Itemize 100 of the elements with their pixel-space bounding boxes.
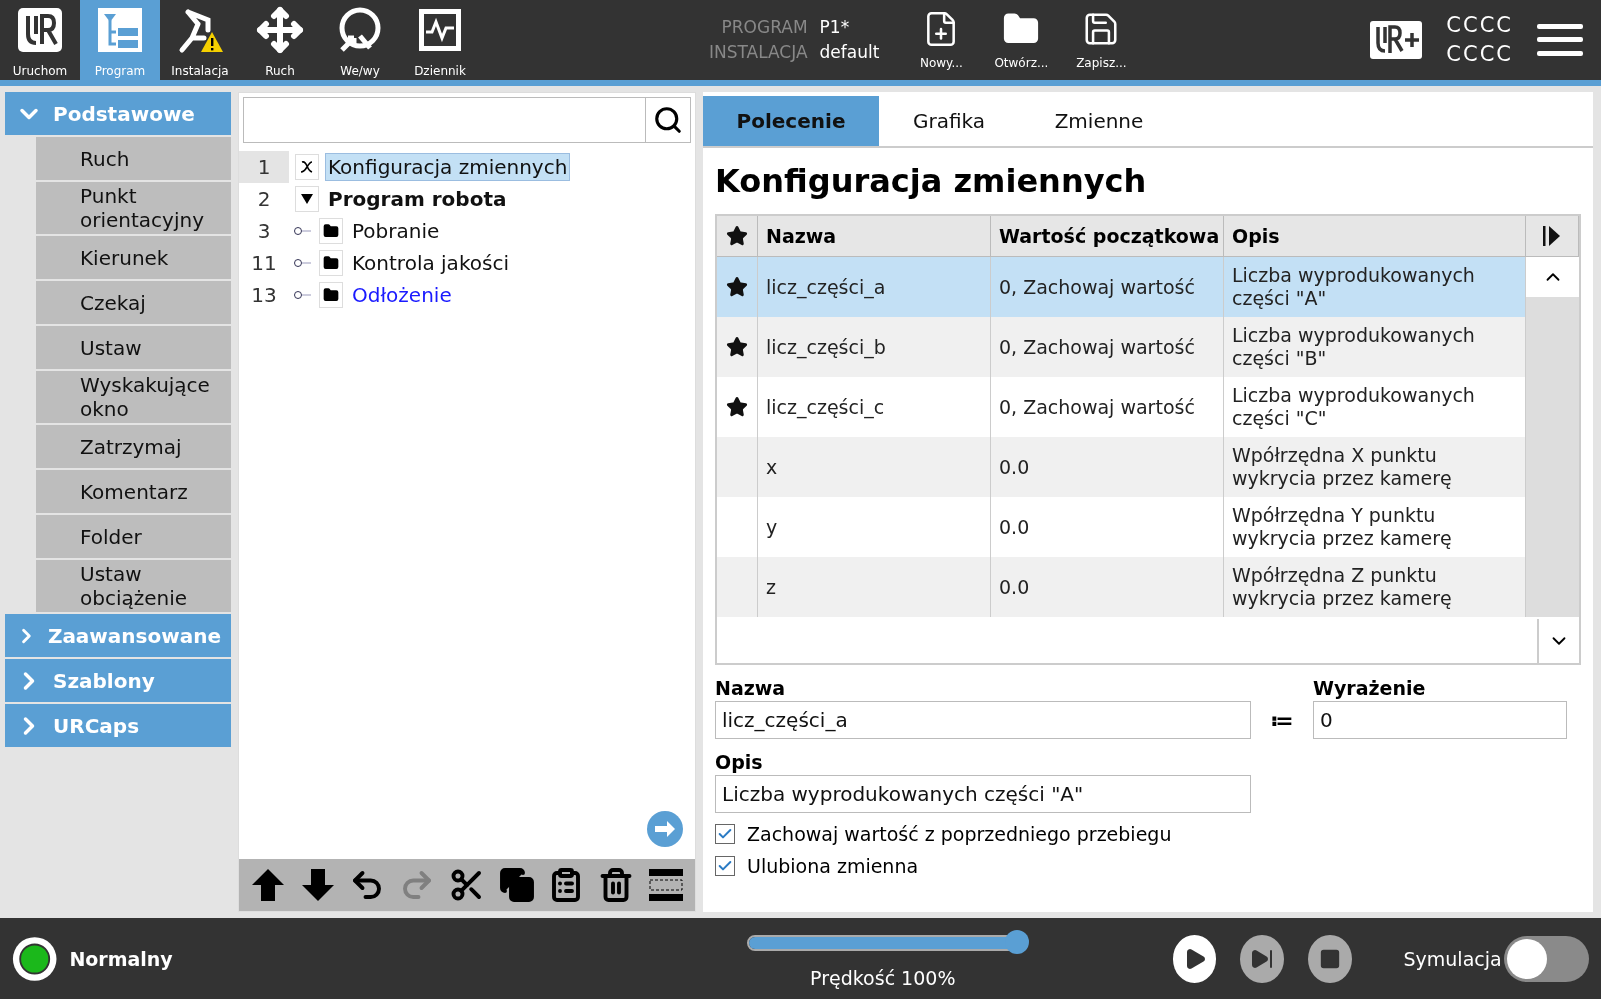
- expand-columns-icon[interactable]: [1542, 224, 1562, 248]
- tree-node[interactable]: Program robota: [325, 185, 510, 213]
- toolbar-button[interactable]: [648, 867, 684, 903]
- tree-node[interactable]: Odłożenie: [349, 281, 455, 309]
- line-number: 1: [239, 151, 289, 183]
- move-arrows-icon: [256, 6, 304, 54]
- line-number: 2: [256, 186, 272, 213]
- description-field[interactable]: Liczba wyprodukowanych części "A": [715, 775, 1251, 813]
- tree-connector-icon: [293, 225, 313, 237]
- search-field[interactable]: [243, 97, 691, 143]
- search-icon[interactable]: [653, 105, 683, 135]
- expression-field[interactable]: 0: [1313, 701, 1567, 739]
- suppress-icon: [648, 867, 684, 903]
- speed-reading: Prędkość 100%: [810, 966, 956, 989]
- folder-icon: [319, 250, 343, 276]
- program-label: PROGRAM: [720, 16, 808, 39]
- program-name: P1*: [819, 16, 851, 39]
- favorite-star-icon: [726, 276, 748, 298]
- tree-node[interactable]: Pobranie: [349, 217, 443, 245]
- menu-icon[interactable]: [1537, 22, 1583, 58]
- favorite-cell[interactable]: [717, 257, 758, 317]
- command-item[interactable]: Ustaw: [36, 326, 231, 369]
- command-item[interactable]: Komentarz: [36, 470, 231, 513]
- checkbox-label: Zachowaj wartość z poprzedniego przebiegu: [747, 823, 1172, 845]
- table-cell: x: [758, 437, 991, 497]
- table-cell: licz_części_b: [758, 317, 991, 377]
- logo-icon: [16, 6, 64, 54]
- checkbox-label: Ulubiona zmienna: [747, 855, 919, 877]
- program-tree-icon: [96, 6, 144, 54]
- favorite-cell[interactable]: [717, 437, 758, 497]
- table-cell: Wpółrzędna Z punktu wykrycia przez kamerę: [1224, 557, 1526, 617]
- column-header[interactable]: Nazwa: [758, 216, 991, 257]
- name-field[interactable]: licz_części_a: [715, 701, 1251, 739]
- installation-name: default: [819, 41, 880, 64]
- folder-icon: [319, 218, 343, 244]
- field-label: Nazwa: [715, 677, 787, 699]
- installation-label: INSTALACJA: [708, 41, 808, 64]
- favorite-column-icon: [726, 225, 748, 247]
- table-cell: 0.0: [991, 557, 1224, 617]
- tree-node[interactable]: Konfiguracja zmiennych: [325, 153, 571, 181]
- stop-icon: [1318, 947, 1341, 970]
- table-cell: 0.0: [991, 437, 1224, 497]
- user-initials: CCCC: [1446, 41, 1513, 68]
- scrollbar[interactable]: [1526, 257, 1579, 617]
- table-cell: z: [758, 557, 991, 617]
- field-label: Opis: [715, 751, 764, 773]
- column-header[interactable]: Wartość początkowa: [991, 216, 1224, 257]
- tree-connector-icon: [293, 289, 313, 301]
- simulation-label: Symulacja: [1403, 947, 1502, 970]
- toolbar-button[interactable]: [498, 867, 535, 903]
- file-button[interactable]: Zapisz...: [1061, 0, 1142, 80]
- panel-title: Konfiguracja zmiennych: [715, 162, 1148, 200]
- variable-x-icon: [299, 159, 315, 175]
- checkbox[interactable]: [715, 856, 735, 876]
- field-label: Wyrażenie: [1313, 677, 1427, 699]
- expand-triangle-icon[interactable]: [300, 193, 314, 205]
- tree-connector-icon: [293, 257, 313, 269]
- favorite-star-icon: [726, 336, 748, 358]
- panel-tab[interactable]: Polecenie: [703, 96, 879, 146]
- table-cell: Liczba wyprodukowanych części "A": [1224, 257, 1526, 317]
- command-item[interactable]: Zatrzymaj: [36, 425, 231, 468]
- nav-tab[interactable]: Dziennik: [400, 0, 480, 80]
- checkbox[interactable]: [715, 824, 735, 844]
- panel-tab[interactable]: Grafika: [879, 96, 1019, 146]
- command-item[interactable]: Ustaw obciążenie: [36, 560, 231, 612]
- folder-icon: [319, 282, 343, 308]
- copy-icon: [498, 867, 535, 903]
- command-item[interactable]: Folder: [36, 515, 231, 558]
- playback-button[interactable]: [1172, 934, 1217, 983]
- favorite-cell[interactable]: [717, 317, 758, 377]
- nav-tab[interactable]: Instalacja: [160, 0, 240, 80]
- table-cell: Liczba wyprodukowanych części "B": [1224, 317, 1526, 377]
- tree-node[interactable]: Kontrola jakości: [349, 249, 512, 277]
- favorite-cell[interactable]: [717, 557, 758, 617]
- command-item[interactable]: Wyskakujące okno: [36, 371, 231, 423]
- command-item[interactable]: Kierunek: [36, 236, 231, 279]
- user-initials: CCCC: [1446, 12, 1513, 39]
- log-chart-icon: [416, 6, 464, 54]
- status-text: Normalny: [69, 947, 173, 970]
- file-button[interactable]: Otwórz...: [981, 0, 1062, 80]
- column-header[interactable]: Opis: [1224, 216, 1526, 257]
- command-item[interactable]: Ruch: [36, 137, 231, 180]
- line-number: 13: [250, 282, 278, 309]
- nav-tab[interactable]: We/wy: [320, 0, 400, 80]
- command-item[interactable]: Czekaj: [36, 281, 231, 324]
- file-button[interactable]: Nowy...: [901, 0, 982, 80]
- table-cell: licz_części_a: [758, 257, 991, 317]
- panel-tab[interactable]: Zmienne: [1019, 96, 1179, 146]
- nav-tab[interactable]: Uruchom: [0, 0, 80, 80]
- urplus-logo-icon: [1370, 21, 1423, 59]
- favorite-star-icon: [726, 396, 748, 418]
- table-cell: 0, Zachowaj wartość: [991, 317, 1224, 377]
- simulation-switch[interactable]: [1503, 935, 1589, 982]
- line-number: 3: [256, 218, 272, 245]
- table-cell: 0, Zachowaj wartość: [991, 257, 1224, 317]
- nav-tab[interactable]: Ruch: [240, 0, 320, 80]
- command-item[interactable]: Punkt orientacyjny: [36, 182, 231, 234]
- line-number: 11: [250, 250, 278, 277]
- assign-symbol: ≔: [1269, 707, 1295, 733]
- table-cell: Wpółrzędna X punktu wykrycia przez kamerę: [1224, 437, 1526, 497]
